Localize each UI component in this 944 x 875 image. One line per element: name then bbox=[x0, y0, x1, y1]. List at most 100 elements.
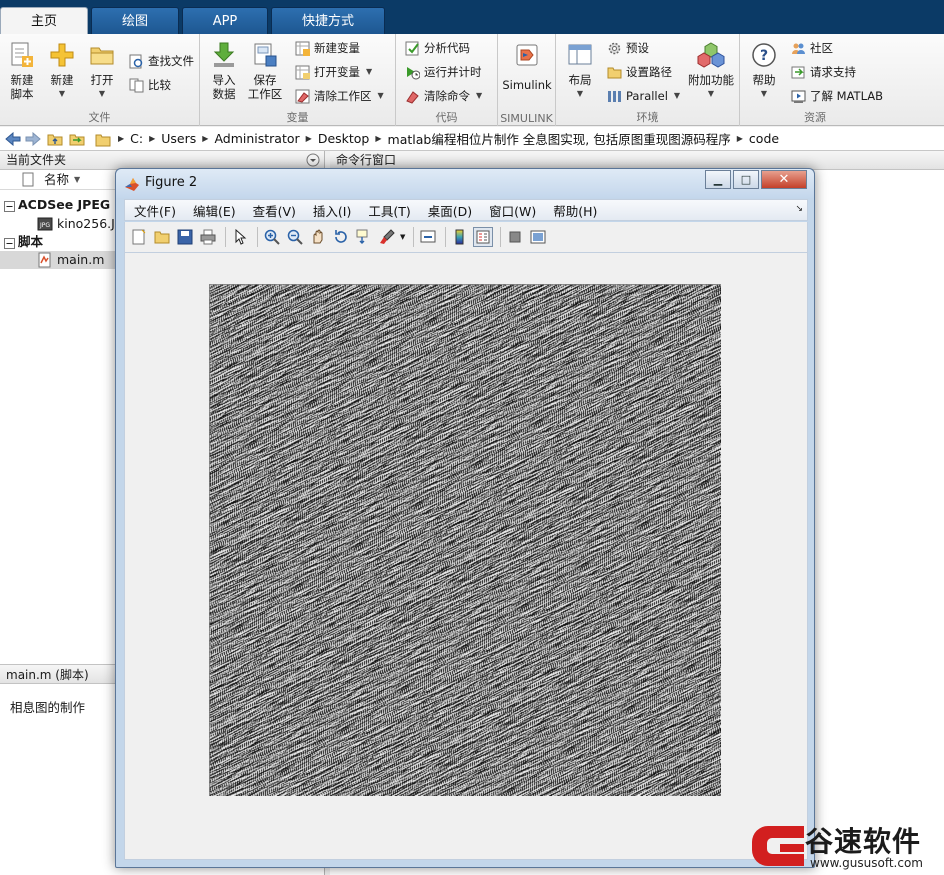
learn-matlab-button[interactable]: 了解 MATLAB bbox=[790, 86, 883, 106]
layout-button[interactable]: 布局 ▼ bbox=[562, 40, 598, 101]
zoom-in-icon[interactable] bbox=[262, 227, 282, 247]
analyze-code-button[interactable]: 分析代码 bbox=[404, 38, 470, 58]
figure-window: Figure 2 ▁ □ ✕ 文件(F) 编辑(E) 查看(V) 插入(I) 工… bbox=[115, 168, 815, 868]
breadcrumb-item[interactable]: C: bbox=[130, 131, 143, 146]
breadcrumb-separator-icon: ▶ bbox=[736, 134, 743, 143]
save-workspace-label: 保存 工作区 bbox=[247, 73, 283, 101]
current-folder-address-bar: ▶ C: ▶ Users ▶ Administrator ▶ Desktop ▶… bbox=[0, 127, 944, 151]
svg-text:?: ? bbox=[760, 48, 768, 64]
group-resources: ? 帮助 ▼ 社区 请求支持 了解 MATLAB 资源 bbox=[740, 34, 890, 126]
sort-down-icon[interactable]: ▼ bbox=[74, 170, 80, 190]
show-plot-tools-icon[interactable] bbox=[528, 227, 548, 247]
name-column-header[interactable]: 名称 bbox=[44, 170, 69, 190]
community-button[interactable]: 社区 bbox=[790, 38, 833, 58]
clear-workspace-button[interactable]: 清除工作区 ▼ bbox=[294, 86, 384, 106]
pointer-icon[interactable] bbox=[230, 227, 250, 247]
forward-arrow-icon[interactable] bbox=[24, 130, 42, 148]
new-button[interactable]: 新建 ▼ bbox=[44, 40, 80, 101]
minimize-button[interactable]: ▁ bbox=[705, 170, 731, 189]
link-plot-icon[interactable] bbox=[418, 227, 438, 247]
print-icon[interactable] bbox=[198, 227, 218, 247]
browse-folder-icon[interactable] bbox=[68, 130, 86, 148]
menu-file[interactable]: 文件(F) bbox=[134, 201, 176, 220]
import-data-button[interactable]: 导入 数据 bbox=[206, 40, 242, 101]
pan-hand-icon[interactable] bbox=[308, 227, 328, 247]
breadcrumb-item[interactable]: Desktop bbox=[318, 131, 370, 146]
chevron-down-icon: ▼ bbox=[760, 89, 768, 98]
zoom-out-icon[interactable] bbox=[285, 227, 305, 247]
help-button[interactable]: ? 帮助 ▼ bbox=[746, 40, 782, 101]
figure-canvas[interactable] bbox=[124, 252, 808, 860]
addons-button[interactable]: 附加功能 ▼ bbox=[686, 40, 736, 101]
data-cursor-icon[interactable] bbox=[354, 227, 374, 247]
clear-commands-button[interactable]: 清除命令 ▼ bbox=[404, 86, 482, 106]
breadcrumb-separator-icon: ▶ bbox=[118, 134, 125, 143]
hide-plot-tools-icon[interactable] bbox=[505, 227, 525, 247]
tab-shortcuts[interactable]: 快捷方式 bbox=[271, 7, 385, 34]
chevron-down-icon: ▼ bbox=[576, 89, 584, 98]
new-figure-icon[interactable] bbox=[129, 227, 149, 247]
request-support-button[interactable]: 请求支持 bbox=[790, 62, 856, 82]
back-arrow-icon[interactable] bbox=[4, 130, 22, 148]
group-resources-label: 资源 bbox=[804, 111, 826, 124]
chevron-down-icon[interactable]: ▼ bbox=[400, 233, 405, 241]
compare-button[interactable]: 比较 bbox=[128, 75, 171, 95]
find-files-button[interactable]: 查找文件 bbox=[128, 51, 194, 71]
menu-insert[interactable]: 插入(I) bbox=[313, 201, 351, 220]
menu-desktop[interactable]: 桌面(D) bbox=[428, 201, 472, 220]
tab-apps[interactable]: APP bbox=[182, 7, 268, 34]
tab-home[interactable]: 主页 bbox=[0, 7, 88, 35]
parallel-label: Parallel bbox=[626, 89, 668, 103]
breadcrumb-item[interactable]: code bbox=[749, 131, 779, 146]
save-icon[interactable] bbox=[175, 227, 195, 247]
open-button[interactable]: 打开 ▼ bbox=[84, 40, 120, 101]
new-variable-icon bbox=[294, 40, 310, 56]
new-script-button[interactable]: 新建 脚本 bbox=[4, 40, 40, 101]
preferences-button[interactable]: 预设 bbox=[606, 38, 649, 58]
ribbon-tab-bar: 主页 绘图 APP 快捷方式 bbox=[0, 0, 944, 35]
menu-help[interactable]: 帮助(H) bbox=[553, 201, 597, 220]
breadcrumb-item[interactable]: matlab编程相位片制作 全息图实现, 包括原图重现图源码程序 bbox=[388, 129, 731, 148]
brush-icon[interactable] bbox=[377, 227, 397, 247]
set-path-button[interactable]: 设置路径 bbox=[606, 62, 672, 82]
breadcrumb-item[interactable]: Users bbox=[161, 131, 196, 146]
close-button[interactable]: ✕ bbox=[761, 170, 807, 189]
open-variable-label: 打开变量 bbox=[314, 65, 360, 79]
tab-plots[interactable]: 绘图 bbox=[91, 7, 179, 34]
dock-arrow-icon[interactable]: ↘ bbox=[795, 204, 803, 214]
request-support-label: 请求支持 bbox=[810, 65, 856, 79]
chevron-down-icon: ▼ bbox=[377, 91, 384, 100]
up-folder-icon[interactable] bbox=[46, 130, 64, 148]
layout-icon bbox=[565, 40, 595, 70]
file-name: main.m bbox=[57, 252, 105, 267]
ribbon-toolstrip: 新建 脚本 新建 ▼ 打开 ▼ 查找文件 比较 文件 导入 数据 保存 工作区 … bbox=[0, 34, 944, 126]
run-and-time-button[interactable]: 运行并计时 bbox=[404, 62, 482, 82]
group-simulink: Simulink SIMULINK bbox=[498, 34, 556, 126]
parallel-button[interactable]: Parallel ▼ bbox=[606, 86, 680, 106]
toolbar-separator bbox=[225, 227, 226, 247]
chevron-down-icon: ▼ bbox=[98, 89, 106, 98]
toolbar-separator bbox=[445, 227, 447, 247]
legend-icon[interactable] bbox=[473, 227, 494, 247]
save-workspace-icon bbox=[250, 40, 280, 70]
community-icon bbox=[790, 40, 806, 56]
rotate-3d-icon[interactable] bbox=[331, 227, 351, 247]
folder-icon bbox=[87, 40, 117, 70]
open-file-icon[interactable] bbox=[152, 227, 172, 247]
menu-edit[interactable]: 编辑(E) bbox=[193, 201, 236, 220]
menu-tools[interactable]: 工具(T) bbox=[368, 201, 410, 220]
colorbar-icon[interactable] bbox=[450, 227, 470, 247]
save-workspace-button[interactable]: 保存 工作区 bbox=[246, 40, 284, 101]
open-variable-button[interactable]: 打开变量 ▼ bbox=[294, 62, 372, 82]
maximize-icon: □ bbox=[740, 173, 752, 186]
group-code: 分析代码 运行并计时 清除命令 ▼ 代码 bbox=[396, 34, 498, 126]
simulink-button[interactable]: Simulink bbox=[500, 40, 554, 92]
new-variable-button[interactable]: 新建变量 bbox=[294, 38, 360, 58]
menu-view[interactable]: 查看(V) bbox=[253, 201, 296, 220]
details-description: 相息图的制作 bbox=[10, 700, 86, 715]
figure-title-bar[interactable]: Figure 2 ▁ □ ✕ bbox=[116, 169, 814, 198]
breadcrumb-item[interactable]: Administrator bbox=[214, 131, 299, 146]
breadcrumb-separator-icon: ▶ bbox=[305, 134, 312, 143]
menu-window[interactable]: 窗口(W) bbox=[489, 201, 536, 220]
maximize-button[interactable]: □ bbox=[733, 170, 759, 189]
